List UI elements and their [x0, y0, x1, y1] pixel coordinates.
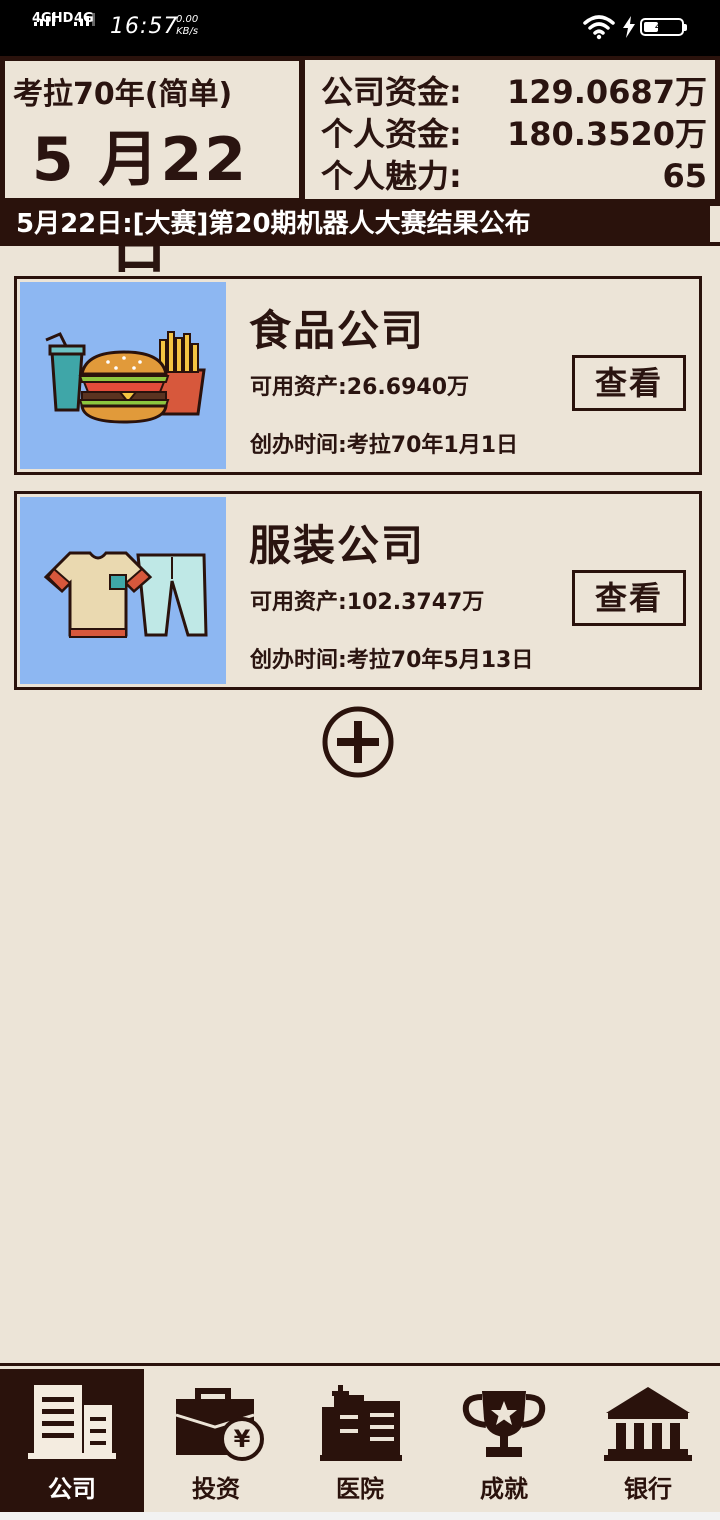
news-ticker[interactable]: 5月22日:[大赛]第20期机器人大赛结果公布 — [0, 202, 720, 246]
bank-icon — [604, 1387, 692, 1461]
stat-value: 65 — [662, 157, 707, 195]
charging-icon — [623, 16, 635, 38]
battery-icon: 46 — [640, 18, 687, 36]
stat-company-funds: 公司资金: 129.0687万 — [321, 72, 707, 112]
view-company-button[interactable]: 查看 — [572, 570, 686, 626]
net-speed: 0.00 KB/s — [176, 14, 199, 37]
date-box: 考拉70年(简单) 5 月22 日 — [4, 60, 300, 282]
system-nav-strip — [0, 1512, 720, 1520]
briefcase-yuan-icon: ¥ — [175, 1388, 264, 1461]
company-assets: 可用资产:102.3747万 — [250, 590, 485, 615]
hospital-icon — [320, 1385, 402, 1461]
company-card-clothing[interactable]: 服装公司 可用资产:102.3747万 创办时间:考拉70年5月13日 查看 — [14, 491, 702, 690]
add-company-button[interactable] — [322, 706, 394, 778]
stat-label: 个人魅力: — [321, 157, 462, 195]
company-image — [20, 497, 226, 684]
company-founded-date: 创办时间:考拉70年5月13日 — [250, 648, 534, 673]
stat-value: 180.3520万 — [506, 115, 707, 153]
tab-achievement[interactable]: 成就 — [432, 1369, 576, 1512]
stat-charisma: 个人魅力: 65 — [321, 156, 707, 196]
tab-label: 投资 — [192, 1475, 240, 1503]
stat-label: 个人资金: — [321, 115, 462, 153]
view-company-button[interactable]: 查看 — [572, 355, 686, 411]
game-title: 考拉70年(简单) — [13, 77, 233, 112]
shirt-pants-icon — [43, 551, 208, 638]
header-panel: 考拉70年(简单) 5 月22 日 公司资金: 129.0687万 个人资金: … — [0, 56, 720, 282]
tab-bank[interactable]: 银行 — [576, 1369, 720, 1512]
stat-personal-funds: 个人资金: 180.3520万 — [321, 114, 707, 154]
news-text: 5月22日:[大赛]第20期机器人大赛结果公布 — [16, 209, 531, 239]
status-bar: 4GHD 4G 16:57 0.00 KB/s 46 — [0, 0, 720, 56]
tab-label: 公司 — [48, 1475, 96, 1503]
company-image — [20, 282, 226, 469]
trophy-icon — [462, 1391, 546, 1457]
news-ticker-end — [710, 206, 720, 242]
tab-label: 成就 — [480, 1475, 528, 1503]
battery-level-text: 46 — [655, 20, 669, 33]
burger-fries-icon — [45, 331, 206, 424]
current-date: 5 月22 日 — [31, 125, 249, 282]
company-name: 食品公司 — [249, 306, 426, 355]
clock: 16:57 — [110, 14, 179, 39]
company-founded-date: 创办时间:考拉70年1月1日 — [250, 433, 519, 458]
office-building-icon — [28, 1385, 116, 1459]
bottom-tab-bar: 公司 ¥ 投资 医院 成就 银行 — [0, 1363, 720, 1515]
company-name: 服装公司 — [249, 521, 426, 570]
stat-value: 129.0687万 — [506, 73, 707, 111]
tab-company[interactable]: 公司 — [0, 1369, 144, 1512]
tab-investment[interactable]: ¥ 投资 — [144, 1369, 288, 1512]
tab-hospital[interactable]: 医院 — [288, 1369, 432, 1512]
stat-label: 公司资金: — [321, 73, 462, 111]
tab-label: 医院 — [336, 1475, 384, 1503]
company-card-food[interactable]: 食品公司 可用资产:26.6940万 创办时间:考拉70年1月1日 查看 — [14, 276, 702, 475]
wifi-icon — [583, 15, 615, 40]
tab-label: 银行 — [624, 1475, 672, 1503]
stats-box: 公司资金: 129.0687万 个人资金: 180.3520万 个人魅力: 65 — [305, 60, 715, 199]
company-assets: 可用资产:26.6940万 — [250, 375, 470, 400]
svg-text:¥: ¥ — [234, 1425, 251, 1453]
